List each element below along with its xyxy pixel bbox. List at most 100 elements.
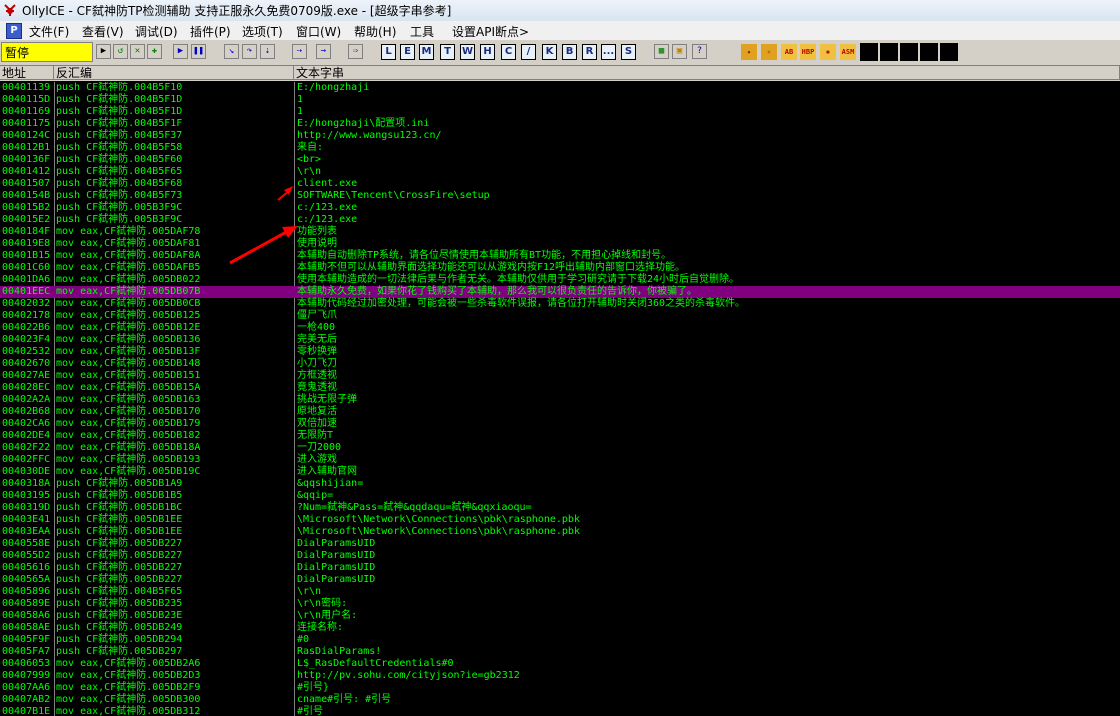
table-row[interactable]: 00407B1E mov eax,CF弑神防.005DB312 #引号 xyxy=(0,706,1120,716)
menu-view[interactable]: 查看(V) xyxy=(82,23,124,40)
log-window-button[interactable]: L xyxy=(381,44,396,60)
script-icon[interactable]: ✦ xyxy=(741,44,757,60)
column-header-disasm[interactable]: 反汇编 xyxy=(54,66,294,80)
appearance-icon[interactable]: ▣ xyxy=(672,44,687,59)
table-row[interactable]: 0040124C push CF弑神防.004B5F37 http://www.wa… xyxy=(0,130,1120,142)
table-row[interactable]: 0040136F push CF弑神防.004B5F60 <br> xyxy=(0,154,1120,166)
table-row[interactable]: 004055D2 push CF弑神防.005DB227 DialParamsUID xyxy=(0,550,1120,562)
hbp-icon[interactable]: HBP xyxy=(800,44,816,60)
patches-button[interactable]: / xyxy=(521,44,536,60)
table-row[interactable]: 00407AA6 mov eax,CF弑神防.005DB2F9 #引号} xyxy=(0,682,1120,694)
references-button[interactable]: R xyxy=(582,44,597,60)
breakpoints-button[interactable]: B xyxy=(562,44,577,60)
table-row[interactable]: 00405FA7 push CF弑神防.005DB297 RasDialParams… xyxy=(0,646,1120,658)
run-icon[interactable]: ✚ xyxy=(147,44,162,59)
table-row[interactable]: 004028EC mov eax,CF弑神防.005DB15A 竟鬼透视 xyxy=(0,382,1120,394)
table-row[interactable]: 0040558E push CF弑神防.005DB227 DialParamsUID xyxy=(0,538,1120,550)
table-row[interactable]: 0040184F mov eax,CF弑神防.005DAF78 功能列表 xyxy=(0,226,1120,238)
table-row[interactable]: 00401B15 mov eax,CF弑神防.005DAF8A 本辅助自动删除TP系… xyxy=(0,250,1120,262)
table-row[interactable]: 00402F22 mov eax,CF弑神防.005DB18A 一刀2000 xyxy=(0,442,1120,454)
table-row[interactable]: 00401EEC mov eax,CF弑神防.005DB07B 本辅助永久免费，如果… xyxy=(0,286,1120,298)
table-row[interactable]: 00401C60 mov eax,CF弑神防.005DAFB5 本辅助不但可以从辅助… xyxy=(0,262,1120,274)
column-header-address[interactable]: 地址 xyxy=(0,66,54,80)
table-row[interactable]: 00402A2A mov eax,CF弑神防.005DB163 挑战无限子弹 xyxy=(0,394,1120,406)
trace-over-icon[interactable]: ⇢ xyxy=(292,44,307,59)
table-row[interactable]: 004015B2 push CF弑神防.005B3F9C c:/123.exe xyxy=(0,202,1120,214)
help-icon[interactable]: ? xyxy=(692,44,707,59)
table-row[interactable]: 004030DE mov eax,CF弑神防.005DB19C 进入辅助官网 xyxy=(0,466,1120,478)
menu-window[interactable]: 窗口(W) xyxy=(296,23,341,40)
windows-button[interactable]: W xyxy=(460,44,475,60)
open-icon[interactable]: ▶ xyxy=(96,44,111,59)
restart-icon[interactable]: ↺ xyxy=(113,44,128,59)
trace-into-icon[interactable]: ⇣ xyxy=(260,44,275,59)
table-row[interactable]: 0040589E push CF弑神防.005DB235 \r\n密码: xyxy=(0,598,1120,610)
cpu-button[interactable]: C xyxy=(501,44,516,60)
menu-debug[interactable]: 调试(D) xyxy=(135,23,178,40)
table-row[interactable]: 00407AB2 mov eax,CF弑神防.005DB300 cname#引号: … xyxy=(0,694,1120,706)
plugin-p-icon[interactable]: P xyxy=(6,23,22,39)
table-row[interactable]: 0040115D push CF弑神防.004B5F1D 1 xyxy=(0,94,1120,106)
threads-button[interactable]: T xyxy=(440,44,455,60)
blank-button-1[interactable] xyxy=(860,43,878,61)
table-row[interactable]: 0040319D push CF弑神防.005DB1BC ?Num=弑神&Pass=… xyxy=(0,502,1120,514)
ab-icon[interactable]: AB xyxy=(781,44,797,60)
table-row[interactable]: 0040318A push CF弑神防.005DB1A9 &qqshijian= xyxy=(0,478,1120,490)
column-header-text[interactable]: 文本字串 xyxy=(294,66,1120,80)
table-row[interactable]: 004012B1 push CF弑神防.004B5F58 来自: xyxy=(0,142,1120,154)
blank-button-4[interactable] xyxy=(920,43,938,61)
goto-icon[interactable]: ⇒ xyxy=(348,44,363,59)
table-row[interactable]: 00402532 mov eax,CF弑神防.005DB13F 零秒换弹 xyxy=(0,346,1120,358)
table-row[interactable]: 00405896 push CF弑神防.004B5F65 \r\n xyxy=(0,586,1120,598)
close-icon[interactable]: ✕ xyxy=(130,44,145,59)
menu-plugins[interactable]: 插件(P) xyxy=(190,23,231,40)
menu-file[interactable]: 文件(F) xyxy=(29,23,69,40)
blank-button-3[interactable] xyxy=(900,43,918,61)
handles-button[interactable]: H xyxy=(480,44,495,60)
execute-till-return-icon[interactable]: → xyxy=(316,44,331,59)
table-row[interactable]: 00406053 mov eax,CF弑神防.005DB2A6 L$_RasDefa… xyxy=(0,658,1120,670)
step-over-icon[interactable]: ↷ xyxy=(242,44,257,59)
table-row[interactable]: 004023F4 mov eax,CF弑神防.005DB136 完美无后 xyxy=(0,334,1120,346)
table-row[interactable]: 00402CA6 mov eax,CF弑神防.005DB179 双倍加速 xyxy=(0,418,1120,430)
run-icon-2[interactable]: ▶ xyxy=(173,44,188,59)
table-row[interactable]: 00402032 mov eax,CF弑神防.005DB0CB 本辅助代码经过加密处… xyxy=(0,298,1120,310)
source-button[interactable]: S xyxy=(621,44,636,60)
table-row[interactable]: 00402B68 mov eax,CF弑神防.005DB170 原地复活 xyxy=(0,406,1120,418)
table-row[interactable]: 00402DE4 mov eax,CF弑神防.005DB182 无限防T xyxy=(0,430,1120,442)
script-run-icon[interactable]: ✧ xyxy=(761,44,777,60)
table-row[interactable]: 00401139 push CF弑神防.004B5F10 E:/hongzhaji xyxy=(0,82,1120,94)
table-row[interactable]: 00401175 push CF弑神防.004B5F1F E:/hongzhaji\… xyxy=(0,118,1120,130)
options-icon[interactable]: ▦ xyxy=(654,44,669,59)
table-row[interactable]: 00402FFC mov eax,CF弑神防.005DB193 进入游戏 xyxy=(0,454,1120,466)
menu-set-api-breakpoint[interactable]: 设置API断点> xyxy=(452,23,529,40)
table-row[interactable]: 004058AE push CF弑神防.005DB249 连接名称: xyxy=(0,622,1120,634)
table-row[interactable]: 004022B6 mov eax,CF弑神防.005DB12E 一枪400 xyxy=(0,322,1120,334)
gear-icon[interactable]: ✺ xyxy=(820,44,836,60)
table-row[interactable]: 004027AE mov eax,CF弑神防.005DB151 方框透视 xyxy=(0,370,1120,382)
table-row[interactable]: 004058A6 push CF弑神防.005DB23E \r\n用户名: xyxy=(0,610,1120,622)
table-row[interactable]: 00405616 push CF弑神防.005DB227 DialParamsUID xyxy=(0,562,1120,574)
menu-options[interactable]: 选项(T) xyxy=(242,23,283,40)
table-row[interactable]: 00402178 mov eax,CF弑神防.005DB125 僵尸飞爪 xyxy=(0,310,1120,322)
call-stack-button[interactable]: K xyxy=(542,44,557,60)
blank-button-2[interactable] xyxy=(880,43,898,61)
asm-icon[interactable]: ASM xyxy=(840,44,856,60)
table-row[interactable]: 00401169 push CF弑神防.004B5F1D 1 xyxy=(0,106,1120,118)
table-row[interactable]: 0040154B push CF弑神防.004B5F73 SOFTWARE\Tenc… xyxy=(0,190,1120,202)
table-row[interactable]: 004019E8 mov eax,CF弑神防.005DAF81 使用说明 xyxy=(0,238,1120,250)
table-row[interactable]: 00403EAA push CF弑神防.005DB1EE \Microsoft\Ne… xyxy=(0,526,1120,538)
run-trace-button[interactable]: ... xyxy=(601,44,616,60)
table-row[interactable]: 00405F9F push CF弑神防.005DB294 #0 xyxy=(0,634,1120,646)
memory-map-button[interactable]: M xyxy=(419,44,434,60)
table-row[interactable]: 0040565A push CF弑神防.005DB227 DialParamsUID xyxy=(0,574,1120,586)
table-row[interactable]: 00407999 mov eax,CF弑神防.005DB2D3 http://pv.… xyxy=(0,670,1120,682)
blank-button-5[interactable] xyxy=(940,43,958,61)
table-row[interactable]: 00403195 push CF弑神防.005DB1B5 &qqip= xyxy=(0,490,1120,502)
step-into-icon[interactable]: ↘ xyxy=(224,44,239,59)
menu-tools[interactable]: 工具 xyxy=(410,23,434,40)
table-row[interactable]: 00402670 mov eax,CF弑神防.005DB148 小刀飞刀 xyxy=(0,358,1120,370)
pause-icon[interactable]: ❚❚ xyxy=(191,44,206,59)
table-row[interactable]: 00401DA6 mov eax,CF弑神防.005DB022 使用本辅助造成的一切… xyxy=(0,274,1120,286)
table-row[interactable]: 004015E2 push CF弑神防.005B3F9C c:/123.exe xyxy=(0,214,1120,226)
